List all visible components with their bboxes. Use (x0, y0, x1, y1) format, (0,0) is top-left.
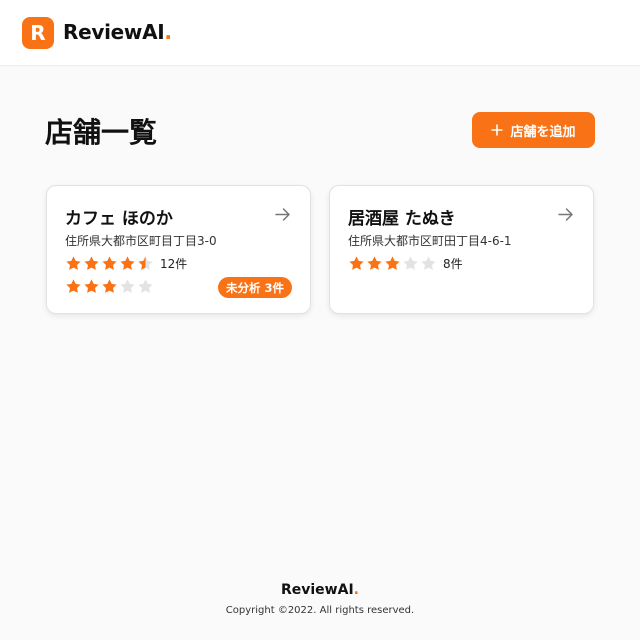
star-icon (83, 255, 100, 272)
star-icon (384, 255, 401, 272)
star-icon (101, 255, 118, 272)
copyright-text: Copyright ©2022. All rights reserved. (225, 605, 415, 616)
star-icon (119, 255, 136, 272)
review-count: 8件 (443, 257, 463, 271)
page-title: 店舗一覧 (45, 116, 158, 149)
star-icon (65, 255, 82, 272)
logo-icon[interactable]: R (22, 17, 54, 49)
star-icon (137, 255, 154, 272)
footer-brand-text: ReviewAI (280, 582, 354, 598)
store-name: カフェ ほのか (65, 209, 173, 229)
star-icon (420, 255, 437, 272)
arrow-right-icon[interactable] (274, 206, 291, 223)
footer-brand: ReviewAI. (0, 582, 640, 598)
rating-row: 12件 (65, 255, 187, 272)
review-count: 12件 (160, 257, 188, 271)
logo-letter: R (30, 21, 46, 45)
star-icon (65, 278, 82, 295)
star-icon (83, 278, 100, 295)
star-icon (101, 278, 118, 295)
store-address: 住所県大都市区町目丁目3-0 (65, 234, 217, 248)
star-icon (402, 255, 419, 272)
store-name: 居酒屋 たぬき (348, 209, 456, 229)
brand-name[interactable]: ReviewAI. (63, 20, 172, 44)
star-icon (348, 255, 365, 272)
star-icon (119, 278, 136, 295)
footer-brand-dot: . (353, 582, 359, 598)
unanalyzed-badge: 未分析 3件 (217, 277, 292, 298)
arrow-right-icon[interactable] (557, 206, 574, 223)
rating-stars (65, 255, 154, 272)
rating-row: 8件 (348, 255, 463, 272)
brand-text: ReviewAI (63, 20, 165, 44)
star-icon (366, 255, 383, 272)
star-icon (137, 278, 154, 295)
secondary-rating-row (65, 278, 154, 295)
store-address: 住所県大都市区町田丁目4-6-1 (348, 234, 512, 248)
brand-dot: . (164, 20, 172, 44)
store-card[interactable]: カフェ ほのか 住所県大都市区町目丁目3-0 12件 未分析 3件 (46, 185, 311, 314)
add-store-label: 店舗を追加 (510, 124, 576, 140)
add-store-button[interactable]: 店舗を追加 (472, 112, 595, 148)
store-card[interactable]: 居酒屋 たぬき 住所県大都市区町田丁目4-6-1 8件 (329, 185, 594, 314)
secondary-rating-stars (65, 278, 154, 295)
plus-icon (491, 124, 503, 136)
rating-stars (348, 255, 437, 272)
app-header: R ReviewAI. (0, 0, 640, 66)
